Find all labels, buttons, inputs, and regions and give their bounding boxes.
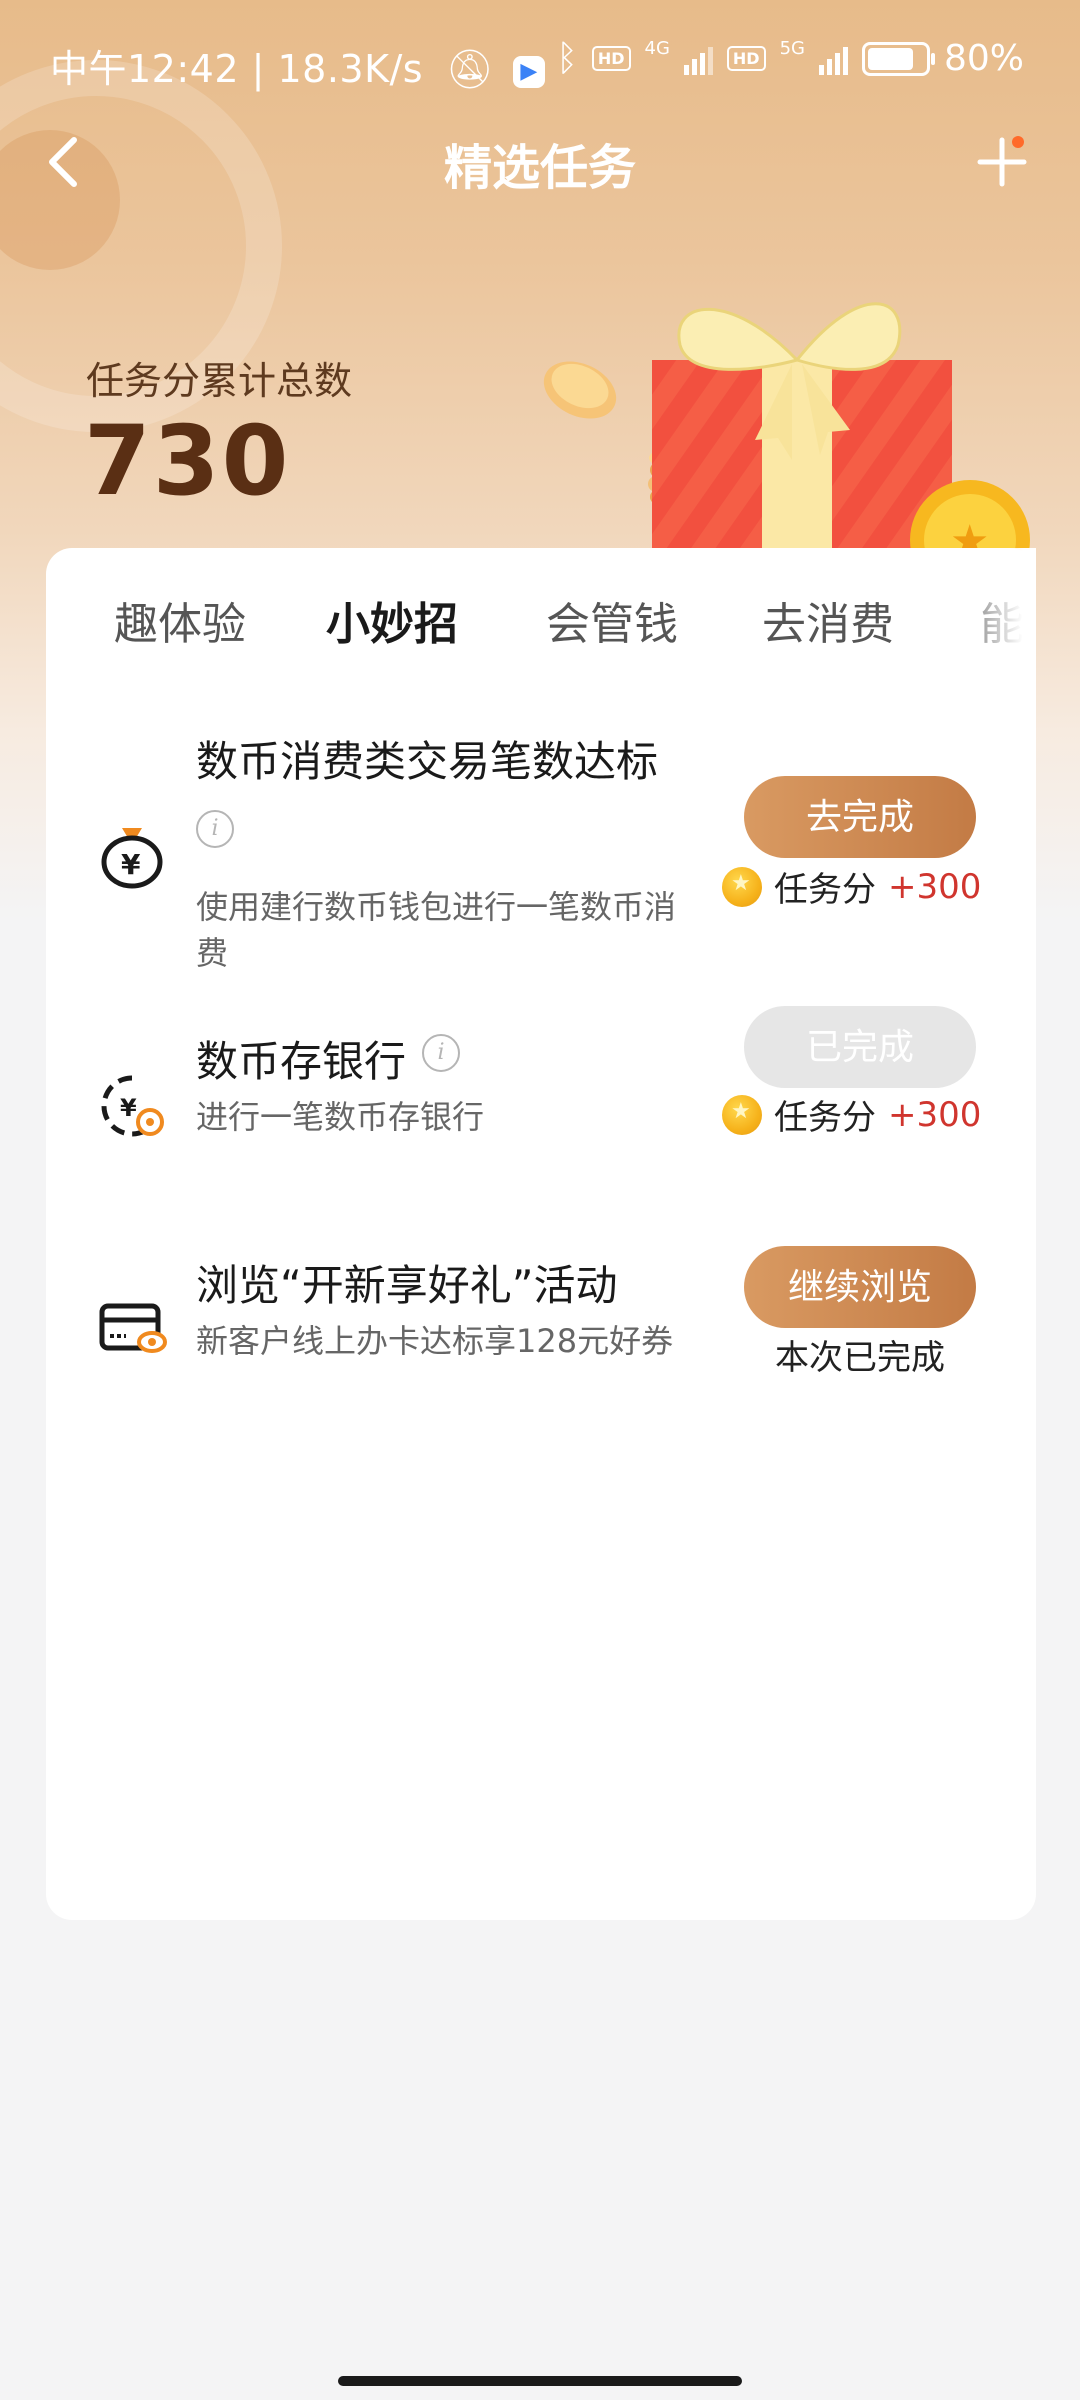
task-item: ¥ 数币消费类交易笔数达标 i 使用建行数币钱包进行一笔数币消费 去完成 任务分… <box>46 708 1036 1008</box>
reward-label: 任务分 <box>774 870 876 910</box>
battery-level <box>867 47 913 70</box>
status-indicators: ᛒ HD 4G HD 5G 80% <box>556 38 1024 79</box>
go-complete-button[interactable]: 去完成 <box>744 776 976 858</box>
task-reward: 任务分 +300 <box>722 1090 981 1139</box>
tab-huiguanqian[interactable]: 会管钱 <box>546 588 678 652</box>
notification-dot <box>1012 136 1024 148</box>
app-notification-icon: ▶ <box>513 55 546 88</box>
hd-icon: HD <box>591 46 631 71</box>
mute-icon: 🔕︎ <box>445 47 495 91</box>
task-reward: 任务分 +300 <box>722 862 981 911</box>
continue-browse-button[interactable]: 继续浏览 <box>744 1246 976 1328</box>
score-value: 730 <box>84 405 291 517</box>
tab-qutiyan[interactable]: 趣体验 <box>114 588 246 652</box>
task-description: 新客户线上办卡达标享128元好券 <box>196 1322 674 1360</box>
page-title: 精选任务 <box>443 140 636 196</box>
info-icon[interactable]: i <box>422 1034 460 1072</box>
reward-points: +300 <box>888 1094 982 1135</box>
bluetooth-icon: ᛒ <box>556 38 578 79</box>
svg-text:¥: ¥ <box>120 1094 137 1122</box>
signal-icon <box>683 43 713 75</box>
status-time-speed: 中午12:42 | 18.3K/s 🔕︎ ▶ <box>50 38 546 93</box>
network-5g-label: 5G <box>779 38 805 59</box>
money-bag-icon: ¥ <box>101 828 163 889</box>
battery-icon <box>861 41 935 76</box>
completed-note: 本次已完成 <box>775 1338 945 1378</box>
svg-text:¥: ¥ <box>121 848 141 881</box>
network-4g-label: 4G <box>644 38 670 59</box>
reward-label: 任务分 <box>774 1098 876 1138</box>
task-item: ¥ 数币存银行 i 进行一笔数币存银行 已完成 任务分 +300 <box>46 1006 1036 1188</box>
reward-points: +300 <box>888 866 982 907</box>
completed-button[interactable]: 已完成 <box>744 1006 976 1088</box>
category-tabs: 趣体验 小妙招 会管钱 去消费 能 <box>46 548 1036 678</box>
signal-icon-2 <box>818 43 848 75</box>
info-icon[interactable]: i <box>196 810 234 848</box>
task-title: 浏览“开新享好礼”活动 <box>196 1261 618 1310</box>
gift-box-illustration: ★ <box>543 302 1030 590</box>
status-time-text: 中午12:42 | 18.3K/s <box>50 47 424 91</box>
coin-icon <box>722 866 762 907</box>
task-description: 进行一笔数币存银行 <box>196 1098 485 1136</box>
coin-deposit-icon: ¥ <box>101 1075 164 1137</box>
task-title: 数币消费类交易笔数达标 <box>196 737 659 786</box>
task-item: 浏览“开新享好礼”活动 新客户线上办卡达标享128元好券 继续浏览 本次已完成 <box>46 1246 1036 1412</box>
home-indicator[interactable] <box>338 2376 742 2386</box>
hd-icon-2: HD <box>726 46 766 71</box>
tabs-fade <box>946 548 1036 678</box>
task-title: 数币存银行 <box>196 1037 407 1086</box>
tab-xiaomiaozhao[interactable]: 小妙招 <box>326 588 458 652</box>
status-bar: 中午12:42 | 18.3K/s 🔕︎ ▶ ᛒ HD 4G HD 5G 80% <box>0 30 1080 100</box>
tab-quxiaofei[interactable]: 去消费 <box>762 588 894 652</box>
task-description: 使用建行数币钱包进行一笔数币消费 <box>196 888 677 972</box>
score-label: 任务分累计总数 <box>86 359 353 403</box>
battery-percent: 80% <box>943 38 1024 79</box>
card-view-icon <box>99 1303 167 1353</box>
task-card: 趣体验 小妙招 会管钱 去消费 能 ¥ 数币消费类交易笔数达标 i 使用建行数币… <box>46 548 1036 1920</box>
coin-icon <box>722 1094 762 1135</box>
